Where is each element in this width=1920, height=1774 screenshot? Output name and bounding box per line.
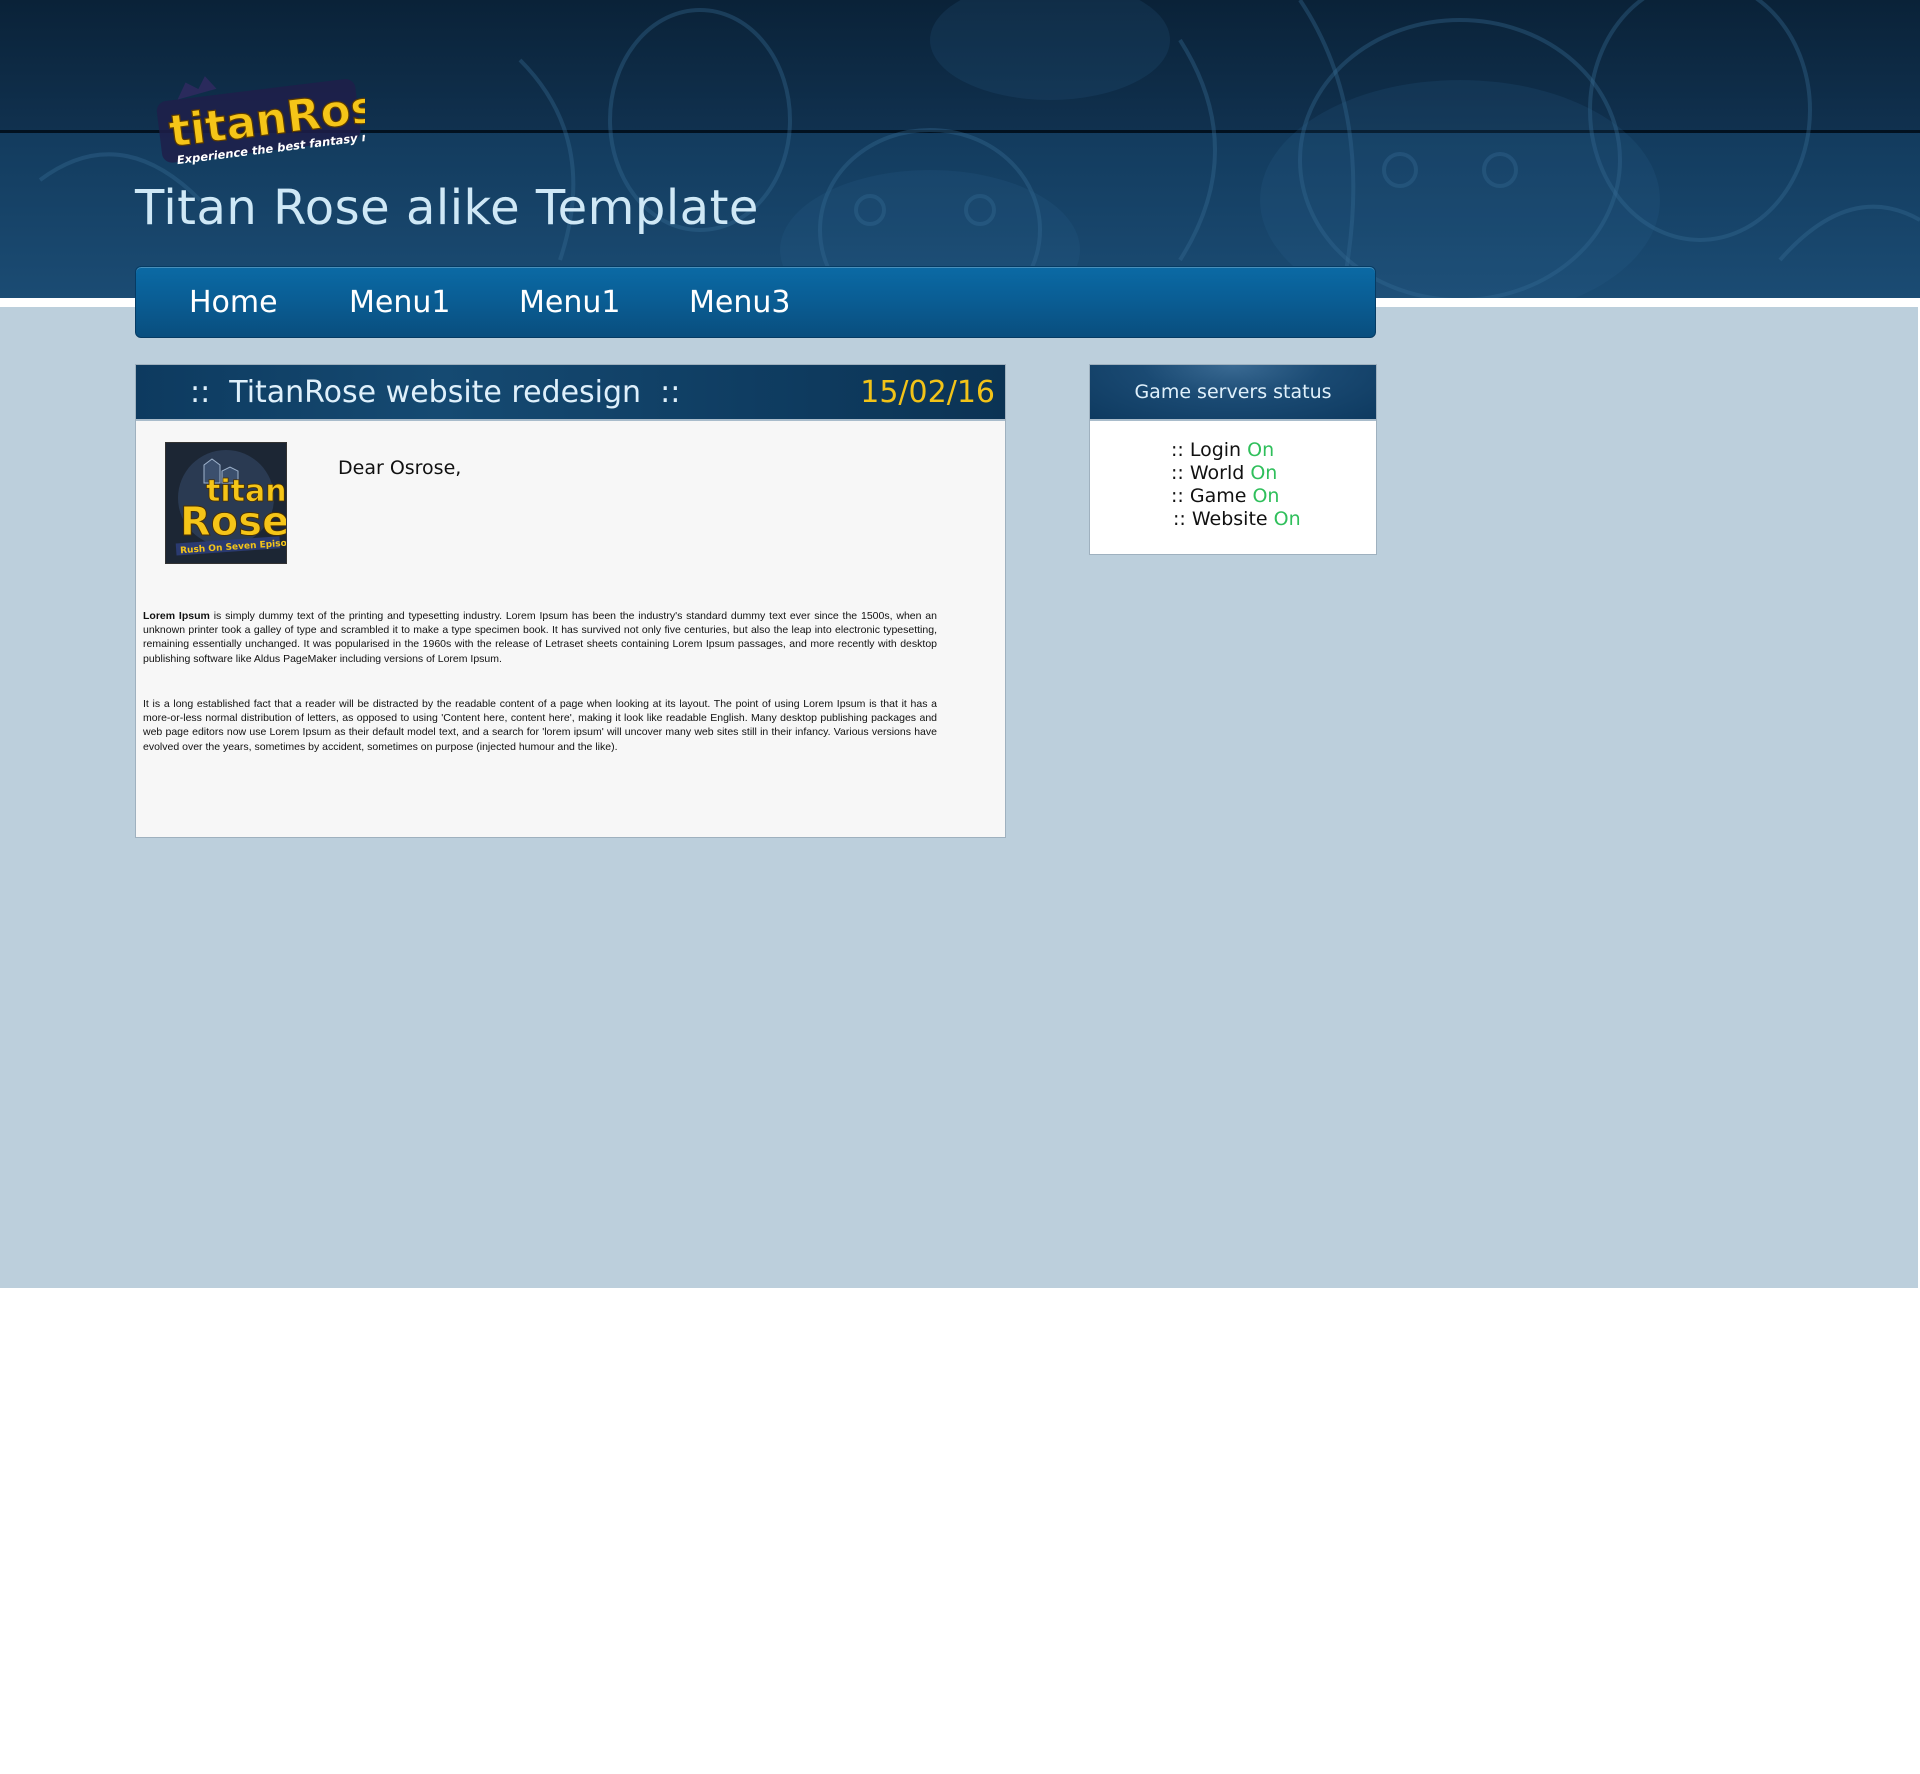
nav-item-menu1-second[interactable]: Menu1 bbox=[519, 285, 620, 320]
status-row-world: :: World On bbox=[1171, 462, 1277, 484]
article-paragraph-1: Lorem Ipsum is simply dummy text of the … bbox=[143, 609, 937, 666]
status-row-website: :: Website On bbox=[1173, 508, 1301, 530]
status-value: On bbox=[1250, 462, 1278, 484]
status-label: :: Game bbox=[1171, 485, 1253, 507]
paragraph-1-text: is simply dummy text of the printing and… bbox=[143, 610, 937, 665]
article-title[interactable]: :: TitanRose website redesign :: bbox=[190, 375, 680, 410]
article-date: 15/02/16 bbox=[860, 375, 995, 410]
status-value: On bbox=[1247, 439, 1275, 461]
nav-item-menu1[interactable]: Menu1 bbox=[349, 285, 450, 320]
server-status-header: Game servers status bbox=[1090, 365, 1376, 421]
article-header: :: TitanRose website redesign :: 15/02/1… bbox=[136, 365, 1005, 421]
news-article: :: TitanRose website redesign :: 15/02/1… bbox=[135, 364, 1006, 838]
nav-item-menu3[interactable]: Menu3 bbox=[689, 285, 790, 320]
server-status-title: Game servers status bbox=[1134, 381, 1332, 403]
status-row-login: :: Login On bbox=[1171, 439, 1274, 461]
status-label: :: World bbox=[1171, 462, 1251, 484]
status-value: On bbox=[1252, 485, 1280, 507]
site-logo[interactable]: titanRose Experience the best fantasy mm… bbox=[150, 60, 416, 167]
status-value: On bbox=[1273, 508, 1301, 530]
article-thumbnail: titan Rose Rush On Seven Episodes bbox=[165, 442, 287, 564]
server-status-panel: Game servers status :: Login On :: World… bbox=[1089, 364, 1377, 555]
site-title: Titan Rose alike Template bbox=[135, 180, 759, 236]
paragraph-lead: Lorem Ipsum bbox=[143, 610, 210, 622]
thumbnail-graphic: titan Rose Rush On Seven Episodes bbox=[166, 443, 286, 563]
article-greeting: Dear Osrose, bbox=[338, 457, 462, 479]
site-header: titanRose Experience the best fantasy mm… bbox=[0, 0, 1920, 302]
status-label: :: Website bbox=[1173, 508, 1274, 530]
nav-item-home[interactable]: Home bbox=[189, 285, 278, 320]
status-row-game: :: Game On bbox=[1171, 485, 1279, 507]
logo-graphic: titanRose Experience the best fantasy mm… bbox=[156, 76, 416, 167]
article-paragraph-2: It is a long established fact that a rea… bbox=[143, 698, 937, 753]
main-navigation: Home Menu1 Menu1 Menu3 bbox=[135, 266, 1376, 338]
status-label: :: Login bbox=[1171, 439, 1248, 461]
